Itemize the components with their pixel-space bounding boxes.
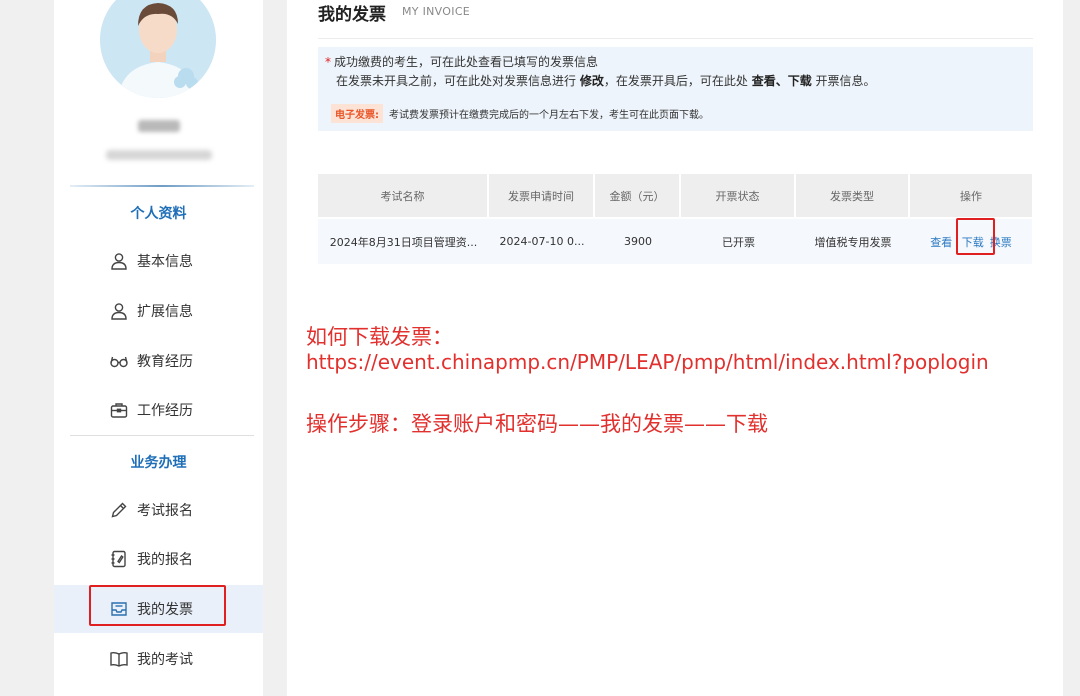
- sidebar-item-my-registration[interactable]: 我的报名: [54, 535, 263, 583]
- sidebar-item-label: 我的报名: [137, 552, 193, 568]
- page-title: 我的发票: [318, 5, 386, 25]
- column-header-apply-time: 发票申请时间: [489, 174, 595, 217]
- sidebar-item-label: 基本信息: [137, 254, 193, 270]
- divider: [318, 38, 1033, 39]
- sidebar-item-label: 考试报名: [137, 503, 193, 519]
- section-title-profile: 个人资料: [130, 206, 187, 222]
- cell-amount: 3900: [595, 217, 681, 264]
- cell-apply-time: 2024-07-10 0...: [489, 217, 595, 264]
- notice-line-1: * 成功缴费的考生，可在此处查看已填写的发票信息: [325, 53, 598, 70]
- highlight-box-invoice: [89, 585, 226, 626]
- column-header-exam-name: 考试名称: [318, 174, 489, 217]
- briefcase-icon: [109, 400, 129, 420]
- sidebar-item-label: 教育经历: [137, 354, 193, 370]
- sidebar-item-label: 我的考试: [137, 652, 193, 668]
- user-icon: [109, 301, 129, 321]
- notice-line-2: 在发票未开具之前，可在此处对发票信息进行 修改，在发票开具后，可在此处 查看、下…: [336, 72, 876, 89]
- column-header-amount: 金额（元）: [595, 174, 681, 217]
- notice-text: ，在发票开具后，可在此处: [603, 74, 748, 88]
- table-header-row: 考试名称 发票申请时间 金额（元） 开票状态 发票类型 操作: [318, 174, 1032, 217]
- sidebar-item-basic-info[interactable]: 基本信息: [54, 237, 263, 285]
- invoice-table: 考试名称 发票申请时间 金额（元） 开票状态 发票类型 操作 2024年8月31…: [318, 174, 1032, 264]
- notice-line-3: 电子发票: 考试费发票预计在缴费完成后的一个月左右下发，考生可在此页面下载。: [331, 104, 709, 123]
- notice-box: * 成功缴费的考生，可在此处查看已填写的发票信息 在发票未开具之前，可在此处对发票…: [318, 47, 1033, 131]
- column-header-status: 开票状态: [681, 174, 796, 217]
- notice-emphasis-modify: 修改: [579, 74, 604, 88]
- notice-text: 考试费发票预计在缴费完成后的一个月左右下发，考生可在此页面下载。: [389, 110, 709, 121]
- user-icon: [109, 251, 129, 271]
- user-id-redacted: [106, 150, 212, 160]
- highlight-box-download: [956, 218, 995, 255]
- user-name-redacted: [138, 120, 180, 132]
- annotation-steps: 操作步骤：登录账户和密码——我的发票——下载: [306, 412, 768, 436]
- cell-status: 已开票: [681, 217, 796, 264]
- avatar[interactable]: [100, 0, 216, 98]
- pencil-icon: [109, 500, 129, 520]
- cell-exam-name: 2024年8月31日项目管理资...: [318, 217, 489, 264]
- annotation-heading: 如何下载发票：: [306, 325, 453, 349]
- sidebar-item-label: 扩展信息: [137, 304, 193, 320]
- sidebar-item-education[interactable]: 教育经历: [54, 337, 263, 385]
- notice-text: 在发票未开具之前，可在此处对发票信息进行: [336, 74, 577, 88]
- sidebar-item-work[interactable]: 工作经历: [54, 386, 263, 434]
- section-title-business: 业务办理: [130, 455, 187, 471]
- sidebar-item-my-exam[interactable]: 我的考试: [54, 635, 263, 683]
- book-icon: [109, 649, 129, 669]
- cell-type: 增值税专用发票: [796, 217, 910, 264]
- divider: [70, 435, 254, 436]
- glasses-icon: [109, 351, 129, 371]
- column-header-type: 发票类型: [796, 174, 910, 217]
- e-invoice-tag: 电子发票:: [331, 104, 383, 123]
- column-header-actions: 操作: [910, 174, 1032, 217]
- notice-text: 成功缴费的考生，可在此处查看已填写的发票信息: [334, 55, 599, 69]
- notebook-icon: [109, 549, 129, 569]
- sidebar-item-label: 工作经历: [137, 403, 193, 419]
- required-star: *: [325, 55, 331, 69]
- notice-text: 开票信息。: [815, 74, 876, 88]
- notice-emphasis-view-download: 查看、下载: [751, 74, 812, 88]
- annotation-url: https://event.chinapmp.cn/PMP/LEAP/pmp/h…: [306, 350, 989, 374]
- sidebar-item-exam-registration[interactable]: 考试报名: [54, 486, 263, 534]
- page-subtitle: MY INVOICE: [402, 5, 471, 18]
- divider: [70, 185, 254, 187]
- table-row: 2024年8月31日项目管理资... 2024-07-10 0... 3900 …: [318, 217, 1032, 264]
- view-link[interactable]: 查看: [930, 236, 952, 249]
- sidebar-item-extended-info[interactable]: 扩展信息: [54, 287, 263, 335]
